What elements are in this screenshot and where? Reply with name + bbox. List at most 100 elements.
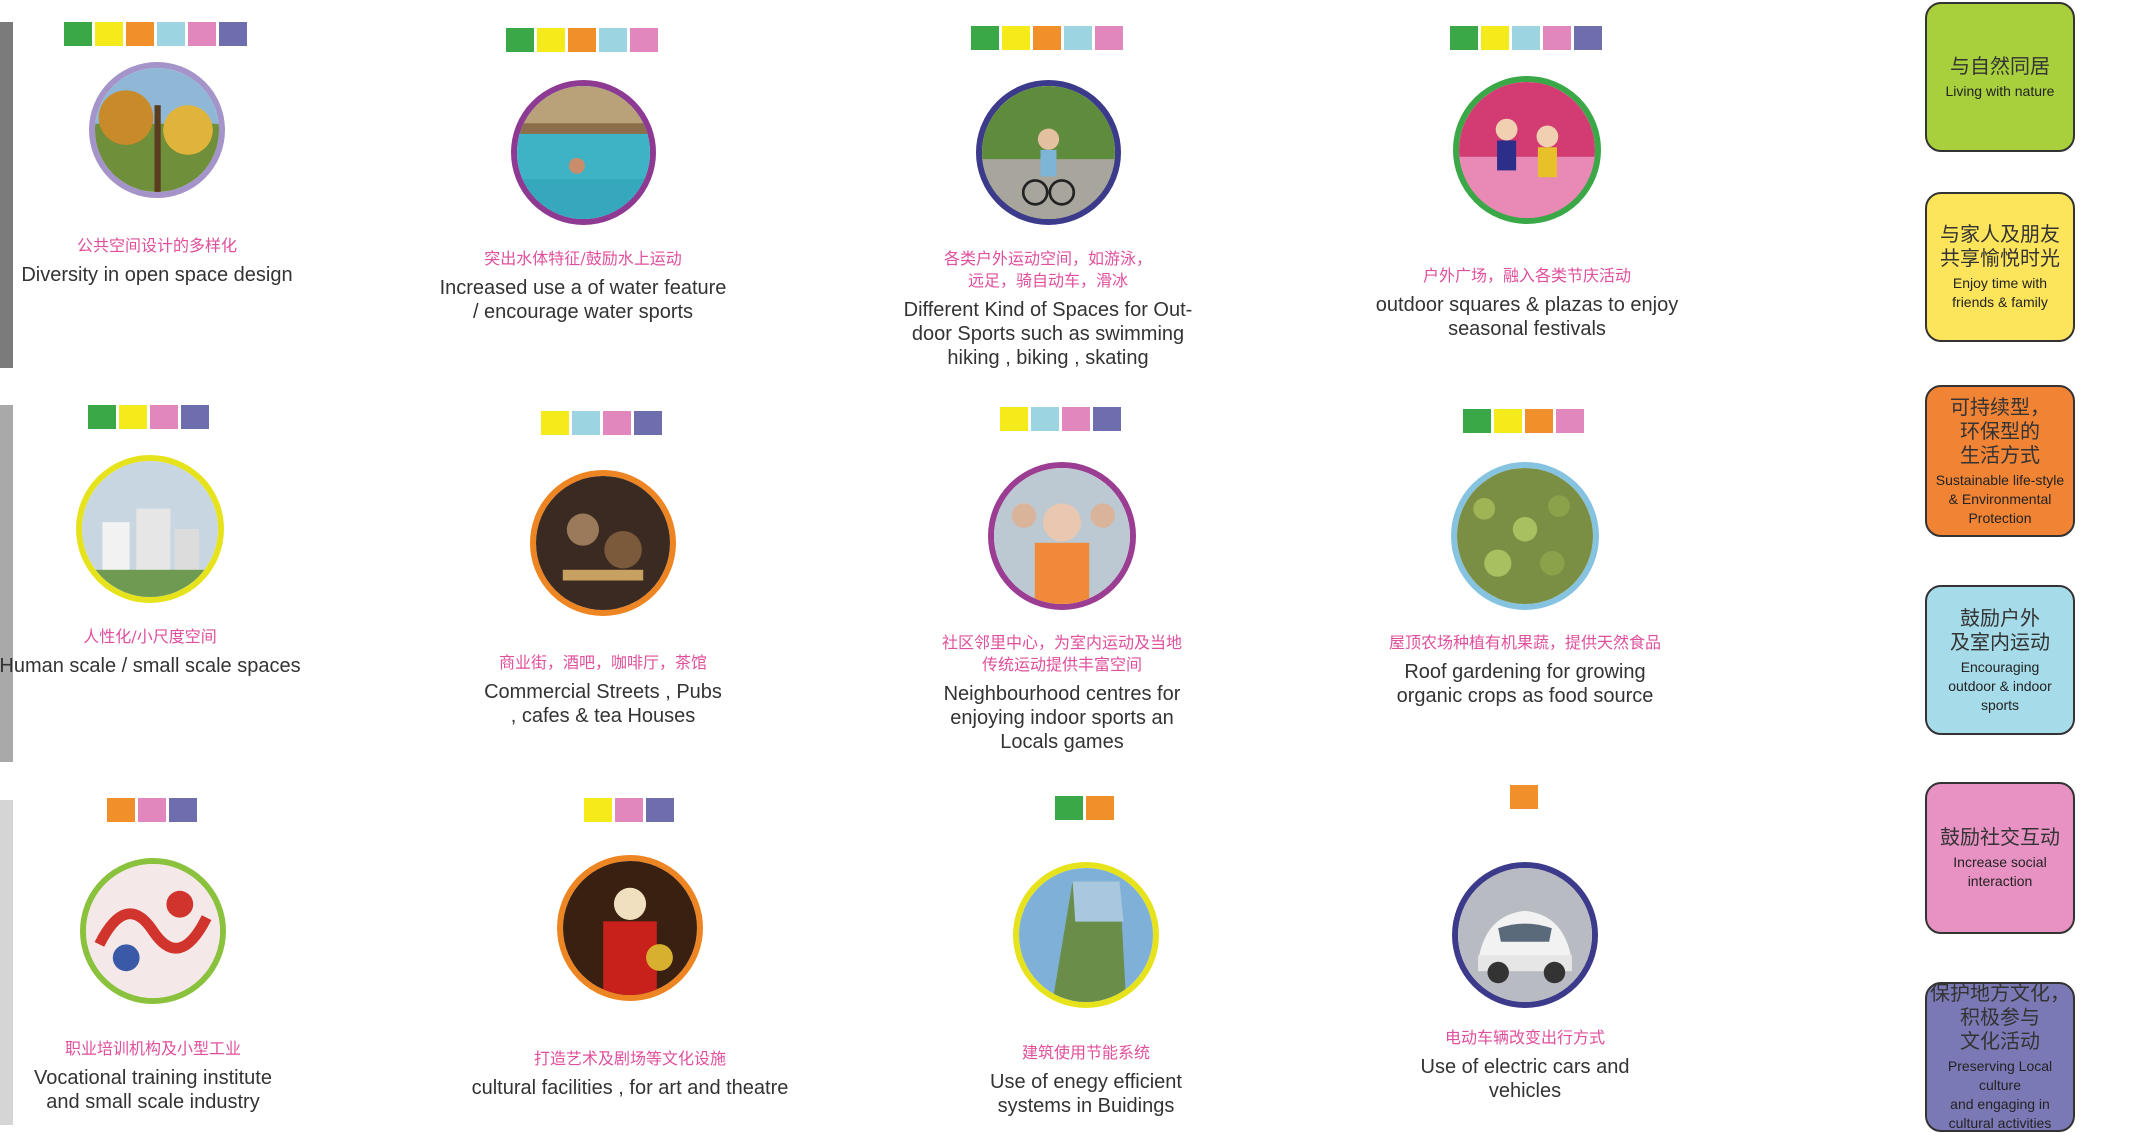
legend-label-cn: 与自然同居 [1950,53,2050,78]
swatch-yellow [1494,409,1522,433]
swatch-green [505,28,534,52]
swatch-purple [645,798,674,822]
swatch-lightblue [572,411,600,435]
swatch-lightblue [1511,26,1540,50]
swatch-pink [603,411,631,435]
legend-label-en: Living with nature [1945,82,2055,99]
legend-label-en: Encouraging outdoor & indoor sports [1948,658,2052,713]
swatch-green [1463,409,1491,433]
benefit-item: 人性化/小尺度空间 Human scale / small scale space… [0,405,340,678]
swatch-pink [1062,407,1090,431]
swatch-purple [634,411,662,435]
benefit-item: 建筑使用节能系统 Use of enegy efficient systems i… [896,796,1276,1118]
item-label-cn: 公共空间设计的多样化 [76,236,237,255]
item-label-cn: 职业培训机构及小型工业 [64,1039,241,1058]
swatch-pink [150,405,178,429]
item-label-en: Diversity in open space design [21,264,293,286]
item-label-en: cultural facilities , for art and theatr… [471,1077,789,1099]
legend-label-cn: 与家人及朋友 共享愉悦时光 [1940,222,2060,270]
item-label-en: Neighbourhood centres for enjoying indoo… [943,683,1181,753]
swatch-green [88,405,116,429]
item-label-cn: 户外广场，融入各类节庆活动 [1422,266,1631,285]
swatch-lightblue [157,22,185,46]
swatch-yellow [119,405,147,429]
benefit-item: 各类户外运动空间，如游泳， 远足，骑自动车，滑冰 Different Kind o… [858,26,1238,370]
category-swatches [0,405,340,432]
item-label-cn: 打造艺术及剧场等文化设施 [533,1049,726,1068]
swatch-orange [1509,785,1538,809]
swatch-pink [1542,26,1571,50]
swatch-purple [219,22,247,46]
swatch-pink [1094,26,1123,50]
category-swatches [872,407,1252,434]
electric-car-photo [1452,862,1598,1008]
category-swatches [0,22,347,49]
swatch-orange [1086,796,1114,820]
item-label-cn: 社区邻里中心，为室内运动及当地 传统运动提供丰富空间 [941,633,1182,674]
swatch-green [1449,26,1478,50]
swatch-lightblue [1031,407,1059,431]
forest-lake-photo [89,62,225,198]
benefit-item: 打造艺术及剧场等文化设施 cultural facilities , for ar… [440,798,820,1100]
swatch-purple [1093,407,1121,431]
swatch-pink [1556,409,1584,433]
item-label-cn: 屋顶农场种植有机果蔬，提供天然食品 [1388,633,1661,652]
legend-item: 与自然同居 Living with nature [1925,2,2075,152]
item-label-en: Different Kind of Spaces for Out- door S… [903,299,1193,369]
category-swatches [393,28,773,55]
swatch-orange [126,22,154,46]
legend-label-cn: 保护地方文化， 积极参与 文化活动 [1930,981,2070,1053]
legend-item: 与家人及朋友 共享愉悦时光 Enjoy time with friends & f… [1925,192,2075,342]
legend-item: 保护地方文化， 积极参与 文化活动 Preserving Local cultur… [1925,981,2075,1132]
legend-item: 鼓励社交互动 Increase social interaction [1925,782,2075,934]
item-label-cn: 人性化/小尺度空间 [83,627,217,646]
item-label-en: Roof gardening for growing organic crops… [1396,661,1654,707]
benefit-item: 公共空间设计的多样化 Diversity in open space design [0,22,347,287]
legend-item: 鼓励户外 及室内运动 Encouraging outdoor & indoor s… [1925,585,2075,735]
swatch-pink [188,22,216,46]
pub-photo [530,470,676,616]
swatch-purple [168,798,197,822]
benefit-item: 屋顶农场种植有机果蔬，提供天然食品 Roof gardening for grow… [1335,409,1715,708]
item-label-cn: 各类户外运动空间，如游泳， 远足，骑自动车，滑冰 [943,249,1152,290]
swatch-yellow [1001,26,1030,50]
legend-label-en: Sustainable life-style & Environmental P… [1935,471,2065,526]
item-label-en: Increased use a of water feature / encou… [439,277,727,323]
item-label-cn: 商业街，酒吧，咖啡厅，茶馆 [498,653,707,672]
benefit-item: 职业培训机构及小型工业 Vocational training institute… [0,798,343,1114]
swatch-orange [1032,26,1061,50]
item-label-en: Commercial Streets , Pubs , cafes & tea … [484,681,722,727]
swatch-green [1055,796,1083,820]
legend-label-cn: 可持续型， 环保型的 生活方式 [1950,394,2050,467]
swatch-purple [181,405,209,429]
legend-item: 可持续型， 环保型的 生活方式 Sustainable life-style & … [1925,385,2075,537]
legend-label-cn: 鼓励社交互动 [1940,825,2060,849]
legend-label-cn: 鼓励户外 及室内运动 [1950,605,2050,654]
category-swatches [1335,785,1715,812]
category-swatches [0,798,343,825]
festival-photo [1453,76,1601,224]
benefit-item: 商业街，酒吧，咖啡厅，茶馆 Commercial Streets , Pubs ,… [413,411,793,728]
swatch-yellow [1480,26,1509,50]
item-label-en: outdoor squares & plazas to enjoy season… [1375,294,1679,340]
swatch-orange [106,798,135,822]
item-label-en: Use of electric cars and vehicles [1420,1056,1630,1102]
item-label-cn: 突出水体特征/鼓励水上运动 [484,249,682,268]
item-label-cn: 电动车辆改变出行方式 [1444,1028,1605,1047]
swatch-yellow [583,798,612,822]
swatch-lightblue [598,28,627,52]
category-swatches [1335,409,1715,436]
benefit-item: 突出水体特征/鼓励水上运动 Increased use a of water fe… [393,28,773,324]
papercut-dragon-photo [80,858,226,1004]
swatch-lightblue [1063,26,1092,50]
benefit-item: 电动车辆改变出行方式 Use of electric cars and vehic… [1335,785,1715,1103]
swatch-yellow [95,22,123,46]
legend-label-en: Preserving Local culture and engaging in… [1947,1058,2053,1131]
buildings-photo [76,455,224,603]
benefit-item: 社区邻里中心，为室内运动及当地 传统运动提供丰富空间 Neighbourhood … [872,407,1252,754]
roof-garden-photo [1451,462,1599,610]
swatch-yellow [1000,407,1028,431]
category-swatches [413,411,793,438]
cyclists-photo [975,80,1121,225]
opera-photo [557,855,703,1001]
